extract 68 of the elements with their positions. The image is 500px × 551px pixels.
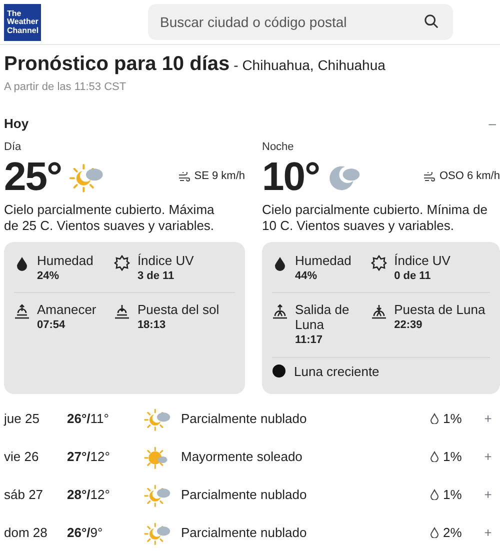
collapse-toggle[interactable]: –: [488, 114, 496, 133]
moon-phase-icon: [272, 364, 286, 378]
detail-label: Salida de Luna: [295, 302, 350, 332]
raindrop-icon: [430, 489, 439, 500]
detail-value: 11:17: [295, 333, 324, 348]
detail-label: Humedad: [295, 252, 352, 268]
search-field[interactable]: Buscar ciudad o código postal: [148, 4, 453, 40]
detail-label: Humedad: [37, 252, 94, 268]
detail-value: 3 de 11: [137, 268, 176, 284]
condition-text: Parcialmente nublado: [181, 410, 308, 428]
detail-label: Puesta de Luna: [394, 302, 486, 317]
moon-phase-text: Luna creciente: [294, 364, 380, 378]
day-label: dom 28: [4, 524, 48, 542]
raindrop-icon: [430, 413, 439, 424]
temperature-range: 27°/12°: [67, 448, 111, 466]
condition-text: Mayormente soleado: [181, 448, 304, 466]
raindrop-icon: [430, 527, 439, 538]
wind-text: OSO 6 km/h: [439, 169, 500, 184]
temperature-range: 28°/12°: [67, 486, 111, 504]
period-label: Noche: [262, 140, 295, 155]
search-icon[interactable]: [424, 14, 439, 29]
expand-button[interactable]: +: [480, 408, 496, 428]
detail-value: 22:39: [394, 318, 424, 333]
day-label: sáb 27: [4, 486, 44, 504]
detail-label: Amanecer: [37, 302, 96, 317]
wind-text: SE 9 km/h: [194, 169, 245, 184]
period-label: Día: [4, 140, 22, 155]
forecast-description: Cielo parcialmente cubierto. Máxima de 25 C. Vientos suaves y variables.: [4, 202, 216, 234]
detail-value: 44%: [295, 268, 318, 284]
section-title: Hoy: [4, 114, 29, 133]
expand-button[interactable]: +: [480, 484, 496, 504]
detail-value: 18:13: [137, 318, 167, 333]
temperature: 25°: [4, 156, 62, 196]
location-text: - Chihuahua, Chihuahua: [234, 56, 386, 75]
forecast-description: Cielo parcialmente cubierto. Mínima de 10 C. Vientos suaves y variables.: [262, 202, 488, 234]
detail-label: Índice UV: [394, 252, 450, 268]
precip-chance: 1%: [443, 486, 462, 504]
condition-text: Parcialmente nublado: [181, 524, 308, 542]
water-drop-icon: [14, 254, 30, 270]
detail-value: 07:54: [37, 318, 66, 333]
expand-button[interactable]: +: [480, 522, 496, 542]
detail-label: Puesta del sol: [137, 302, 220, 317]
day-label: vie 26: [4, 448, 40, 466]
moonrise-icon: [272, 304, 288, 320]
raindrop-icon: [430, 451, 439, 462]
sun-icon: [371, 254, 388, 270]
logo: The Weather Channel: [4, 4, 41, 40]
expand-button[interactable]: +: [480, 446, 496, 466]
moonset-icon: [371, 304, 388, 320]
updated-time: A partir de las 11:53 CST: [4, 80, 128, 95]
condition-text: Parcialmente nublado: [181, 486, 308, 504]
precip-chance: 2%: [443, 524, 462, 542]
precip-chance: 1%: [443, 410, 462, 428]
water-drop-icon: [272, 254, 288, 270]
detail-label: Índice UV: [137, 252, 194, 268]
sunset-icon: [114, 304, 130, 320]
sunrise-icon: [14, 304, 30, 320]
detail-value: 24%: [37, 268, 60, 284]
wind-icon: [423, 172, 436, 182]
wind-icon: [178, 172, 190, 182]
page-title: Pronóstico para 10 días: [4, 52, 230, 77]
precip-chance: 1%: [443, 448, 462, 466]
day-label: jue 25: [4, 410, 40, 428]
sun-icon: [114, 254, 130, 270]
temperature-range: 26°/11°: [67, 410, 110, 428]
temperature-range: 26°/9°: [67, 524, 104, 542]
temperature: 10°: [262, 156, 320, 196]
detail-value: 0 de 11: [394, 268, 432, 284]
